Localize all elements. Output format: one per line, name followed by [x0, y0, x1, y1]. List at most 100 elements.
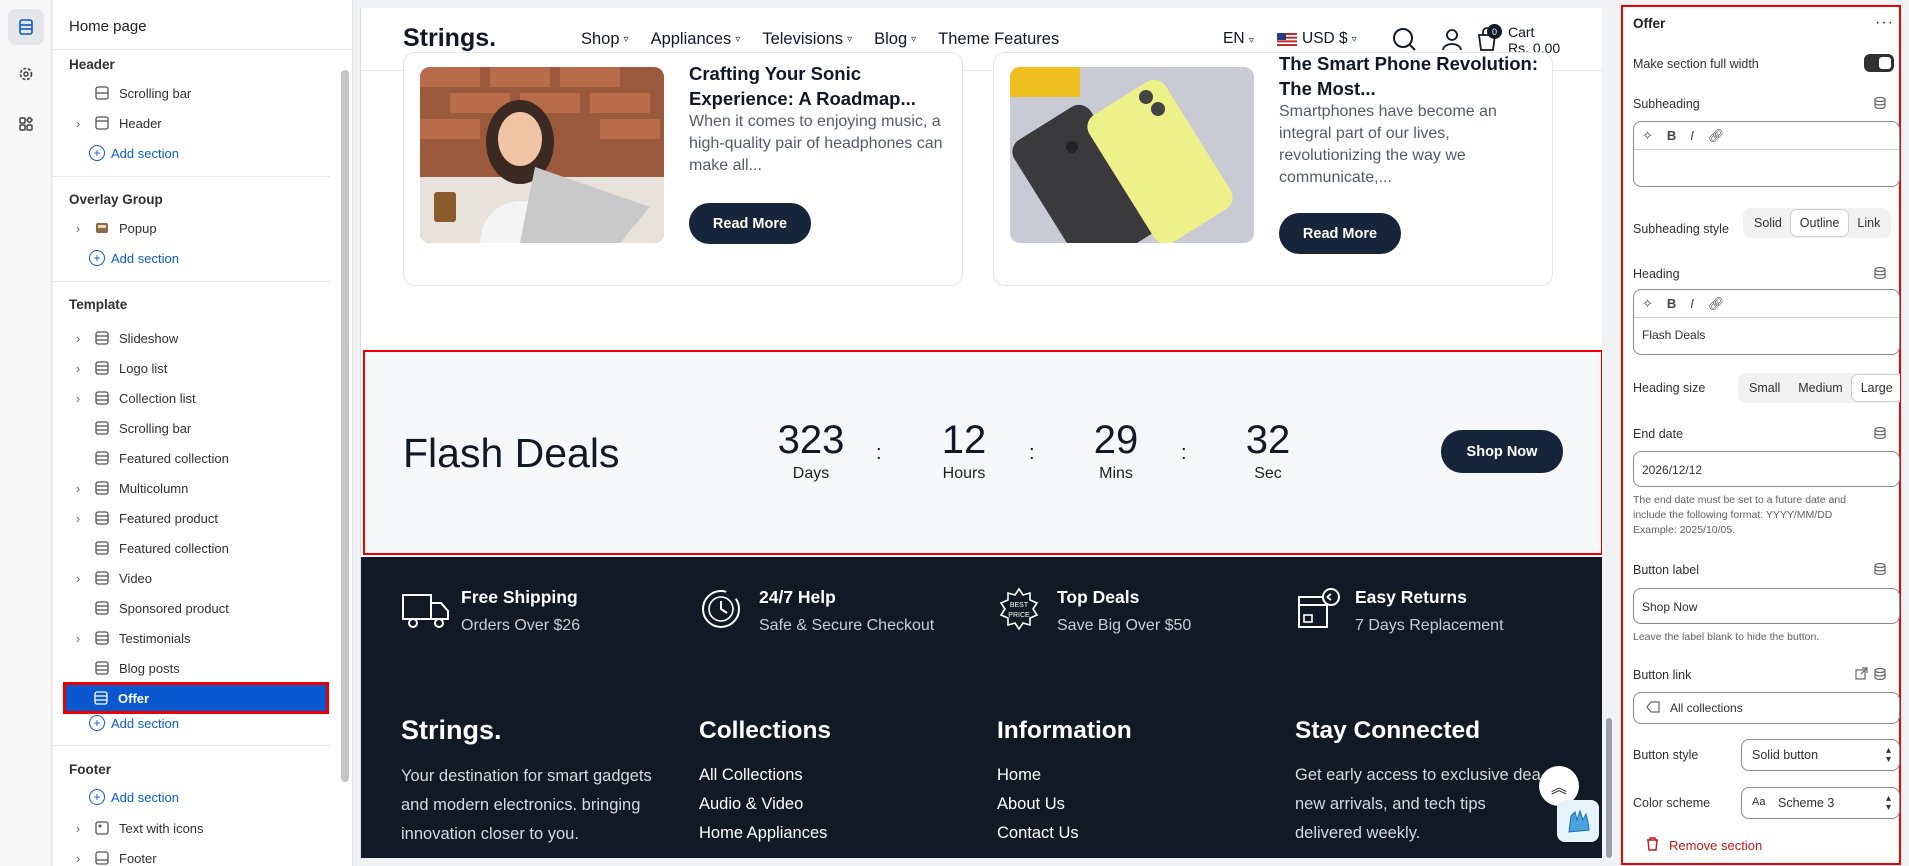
footer-link[interactable]: Audio & Video: [699, 790, 831, 819]
sidebar-item-header[interactable]: › Header: [67, 110, 317, 136]
smartphones-image[interactable]: [1010, 67, 1254, 243]
rte-toolbar: ✧ B I 🔗︎: [1634, 122, 1899, 150]
add-section-header[interactable]: + Add section: [89, 145, 179, 161]
italic-icon[interactable]: I: [1690, 296, 1694, 311]
chevron-right-icon[interactable]: ›: [67, 631, 89, 646]
sidebar-item-footer[interactable]: › Footer: [67, 845, 317, 866]
sidebar-item-collection-list[interactable]: › Collection list: [67, 385, 317, 411]
footer-link[interactable]: Home Appliances: [699, 819, 831, 848]
chevron-right-icon[interactable]: ›: [67, 511, 89, 526]
sidebar-item-multicolumn[interactable]: › Multicolumn: [67, 475, 317, 501]
best-price-icon: BEST PRICE: [999, 587, 1039, 631]
chevron-right-icon[interactable]: ›: [67, 481, 89, 496]
sidebar-item-offer[interactable]: Offer: [63, 682, 329, 714]
dynamic-source-icon[interactable]: [1873, 426, 1887, 445]
group-header-title: Header: [69, 57, 115, 72]
sidebar-item-popup[interactable]: › Popup: [67, 215, 317, 241]
link-icon[interactable]: 🔗︎: [1708, 296, 1725, 312]
svg-text:PRICE: PRICE: [1008, 612, 1030, 619]
read-more-button[interactable]: Read More: [689, 203, 811, 244]
subheading-style-solid[interactable]: Solid: [1745, 210, 1791, 236]
footer-logo[interactable]: Strings.: [401, 715, 652, 746]
sidebar-item-sponsored-product[interactable]: Sponsored product: [67, 595, 317, 621]
sidebar-item-featured-collection[interactable]: Featured collection: [67, 535, 317, 561]
chat-widget-icon[interactable]: [1557, 800, 1599, 842]
footer-link[interactable]: About Us: [997, 790, 1132, 819]
subheading-style-link[interactable]: Link: [1848, 210, 1889, 236]
add-section-overlay[interactable]: + Add section: [89, 250, 179, 266]
heading-size-small[interactable]: Small: [1740, 375, 1789, 401]
read-more-button[interactable]: Read More: [1279, 213, 1401, 254]
chevron-right-icon[interactable]: ›: [67, 571, 89, 586]
sidebar-item-scrolling-bar[interactable]: Scrolling bar: [67, 80, 317, 106]
dynamic-source-icon[interactable]: [1873, 96, 1887, 115]
sidebar-item-video[interactable]: › Video: [67, 565, 317, 591]
subheading-style-outline[interactable]: Outline: [1790, 210, 1849, 236]
header-icon: [89, 116, 115, 130]
offer-section[interactable]: Flash Deals 323 Days : 12 Hours : 29 Mins :…: [363, 350, 1602, 555]
footer-link[interactable]: Home: [997, 761, 1132, 790]
sponsored-product-icon: [89, 601, 115, 615]
bold-icon[interactable]: B: [1667, 296, 1676, 311]
preview-scrollbar[interactable]: [1606, 718, 1612, 858]
gear-icon[interactable]: [8, 56, 44, 92]
heading-editor[interactable]: ✧ B I 🔗︎ Flash Deals: [1633, 289, 1900, 355]
remove-section-button[interactable]: Remove section: [1646, 837, 1762, 854]
sections-nav-icon[interactable]: [8, 9, 44, 45]
sections-scrollbar[interactable]: [341, 70, 349, 782]
chevron-right-icon[interactable]: ›: [67, 391, 89, 406]
sidebar-item-featured-collection[interactable]: Featured collection: [67, 445, 317, 471]
full-width-toggle[interactable]: [1864, 54, 1894, 72]
color-scheme-icon: Aa: [1752, 796, 1766, 808]
button-label-input[interactable]: Shop Now: [1633, 588, 1900, 624]
headphones-woman-image[interactable]: [420, 67, 664, 243]
featured-product-icon: [89, 511, 115, 525]
bold-icon[interactable]: B: [1667, 128, 1676, 143]
chevron-right-icon[interactable]: ›: [67, 116, 89, 131]
italic-icon[interactable]: I: [1690, 128, 1694, 143]
footer-link[interactable]: All Collections: [699, 761, 831, 790]
dynamic-source-icon[interactable]: [1873, 562, 1887, 581]
sidebar-item-featured-product[interactable]: › Featured product: [67, 505, 317, 531]
countdown-mins: 29 Mins: [1093, 418, 1139, 482]
sidebar-item-blog-posts[interactable]: Blog posts: [67, 655, 317, 681]
feature-free-shipping: Free Shipping Orders Over $26: [401, 587, 580, 635]
subheading-editor[interactable]: ✧ B I 🔗︎: [1633, 121, 1900, 187]
magic-icon[interactable]: ✧: [1642, 296, 1653, 312]
add-section-template[interactable]: + Add section: [89, 715, 179, 731]
color-scheme-select[interactable]: Aa Scheme 3 ▴ ▾: [1741, 787, 1900, 819]
icon-rail: [0, 0, 52, 866]
chevron-right-icon[interactable]: ›: [67, 331, 89, 346]
post-title[interactable]: Crafting Your Sonic Experience: A Roadma…: [689, 61, 959, 111]
button-style-select[interactable]: Solid button ▴ ▾: [1741, 739, 1900, 771]
chevron-right-icon[interactable]: ›: [67, 221, 89, 236]
apps-icon[interactable]: [8, 106, 44, 142]
heading-size-medium[interactable]: Medium: [1789, 375, 1851, 401]
magic-icon[interactable]: ✧: [1642, 128, 1653, 144]
video-icon: [89, 571, 115, 585]
button-link-picker[interactable]: All collections: [1633, 692, 1900, 724]
sidebar-item-logo-list[interactable]: › Logo list: [67, 355, 317, 381]
heading-size-large[interactable]: Large: [1851, 375, 1900, 401]
post-title[interactable]: The Smart Phone Revolution: The Most...: [1279, 51, 1549, 101]
sidebar-item-slideshow[interactable]: › Slideshow: [67, 325, 317, 351]
dynamic-source-icon[interactable]: [1873, 266, 1887, 285]
sidebar-item-testimonials[interactable]: › Testimonials: [67, 625, 317, 651]
sidebar-item-scrolling-bar[interactable]: Scrolling bar: [67, 415, 317, 441]
truck-icon: [402, 594, 449, 628]
chevron-right-icon[interactable]: ›: [67, 361, 89, 376]
external-link-icon[interactable]: [1855, 667, 1868, 685]
link-icon[interactable]: 🔗︎: [1708, 128, 1725, 144]
more-options-icon[interactable]: ···: [1875, 14, 1894, 32]
shop-now-button[interactable]: Shop Now: [1441, 430, 1563, 473]
multicolumn-icon: [89, 481, 115, 495]
feature-easy-returns: Easy Returns 7 Days Replacement: [1295, 587, 1504, 635]
add-section-footer[interactable]: + Add section: [89, 789, 179, 805]
chevron-up-icon: ︽: [1550, 780, 1567, 797]
sidebar-item-text-with-icons[interactable]: › Text with icons: [67, 815, 317, 841]
chevron-right-icon[interactable]: ›: [67, 821, 89, 836]
chevron-right-icon[interactable]: ›: [67, 851, 89, 866]
end-date-input[interactable]: 2026/12/12: [1633, 451, 1900, 487]
footer-link[interactable]: Contact Us: [997, 819, 1132, 848]
dynamic-source-icon[interactable]: [1873, 667, 1887, 686]
